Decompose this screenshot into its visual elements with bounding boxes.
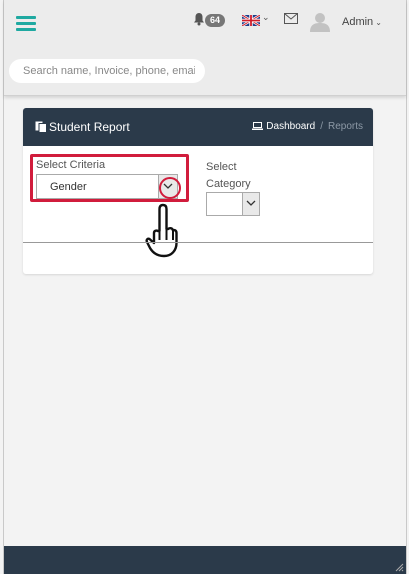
breadcrumb-dashboard-link[interactable]: Dashboard xyxy=(266,121,315,132)
select-criteria-value: Gender xyxy=(50,181,87,193)
user-name: Admin xyxy=(342,16,374,28)
laptop-icon xyxy=(252,122,264,130)
top-navbar: 64 ⌄ Admin ⌄ xyxy=(4,0,406,96)
divider xyxy=(23,242,373,243)
pointing-hand-icon xyxy=(145,203,178,258)
category-dropdown-button[interactable] xyxy=(242,193,259,215)
user-menu[interactable]: Admin ⌄ xyxy=(342,16,382,28)
document-icon xyxy=(35,121,47,133)
page-title-text: Student Report xyxy=(49,120,130,134)
select-category-label: Select Category xyxy=(206,161,251,190)
chevron-down-icon: ⌄ xyxy=(375,18,382,27)
chevron-down-icon xyxy=(246,200,256,206)
notification-badge[interactable]: 64 xyxy=(205,14,226,27)
user-avatar-icon[interactable] xyxy=(310,12,330,32)
envelope-icon[interactable] xyxy=(284,13,298,24)
uk-flag-icon[interactable] xyxy=(242,15,260,26)
panel-header: Student Report Dashboard / Reports xyxy=(23,108,373,146)
app-window: 64 ⌄ Admin⌄ Student xyxy=(3,0,407,574)
breadcrumb: Dashboard / Reports xyxy=(252,121,363,132)
breadcrumb-separator: / xyxy=(320,121,323,132)
breadcrumb-current: Reports xyxy=(327,121,363,132)
search-input[interactable] xyxy=(9,59,205,83)
footer-bar xyxy=(4,546,406,574)
page-title: Student Report xyxy=(35,120,130,134)
select-criteria-label: Select Criteria xyxy=(36,159,106,171)
resize-grip-icon[interactable] xyxy=(395,563,404,572)
criteria-dropdown-button[interactable] xyxy=(158,175,177,198)
menu-icon[interactable] xyxy=(16,16,36,32)
student-report-panel: Student Report Dashboard / Reports Select … xyxy=(23,108,373,274)
select-category-dropdown[interactable] xyxy=(206,192,260,216)
bell-icon[interactable] xyxy=(192,12,206,26)
chevron-down-icon[interactable]: ⌄ xyxy=(262,12,270,23)
chevron-down-icon xyxy=(163,183,173,189)
select-criteria-dropdown[interactable]: Gender xyxy=(36,174,178,199)
